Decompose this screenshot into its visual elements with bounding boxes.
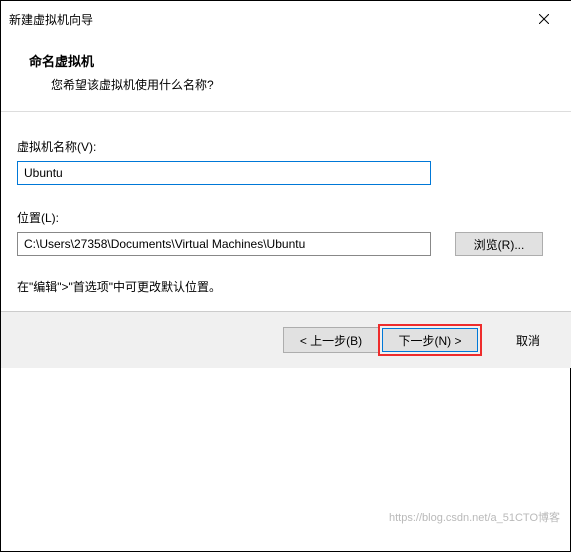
next-button[interactable]: 下一步(N) > — [382, 328, 478, 352]
wizard-header: 命名虚拟机 您希望该虚拟机使用什么名称? — [1, 37, 571, 111]
browse-button[interactable]: 浏览(R)... — [455, 232, 543, 256]
vm-name-input[interactable] — [17, 161, 431, 185]
location-label: 位置(L): — [17, 209, 556, 226]
page-title: 命名虚拟机 — [29, 51, 560, 70]
wizard-content: 虚拟机名称(V): 位置(L): 浏览(R)... 在"编辑">"首选项"中可更… — [1, 112, 571, 311]
hint-text: 在"编辑">"首选项"中可更改默认位置。 — [17, 278, 556, 295]
wizard-footer: < 上一步(B) 下一步(N) > 取消 — [1, 311, 571, 368]
titlebar: 新建虚拟机向导 — [1, 1, 571, 37]
cancel-button[interactable]: 取消 — [498, 327, 558, 353]
next-highlight: 下一步(N) > — [378, 324, 482, 356]
close-icon — [539, 14, 549, 24]
watermark-text: https://blog.csdn.net/a_51CTO博客 — [389, 509, 560, 525]
window-title: 新建虚拟机向导 — [9, 11, 93, 28]
back-button[interactable]: < 上一步(B) — [283, 327, 379, 353]
page-subtitle: 您希望该虚拟机使用什么名称? — [51, 76, 560, 93]
location-input[interactable] — [17, 232, 431, 256]
location-row: 浏览(R)... — [17, 232, 556, 256]
vm-name-label: 虚拟机名称(V): — [17, 138, 556, 155]
close-button[interactable] — [524, 7, 564, 31]
